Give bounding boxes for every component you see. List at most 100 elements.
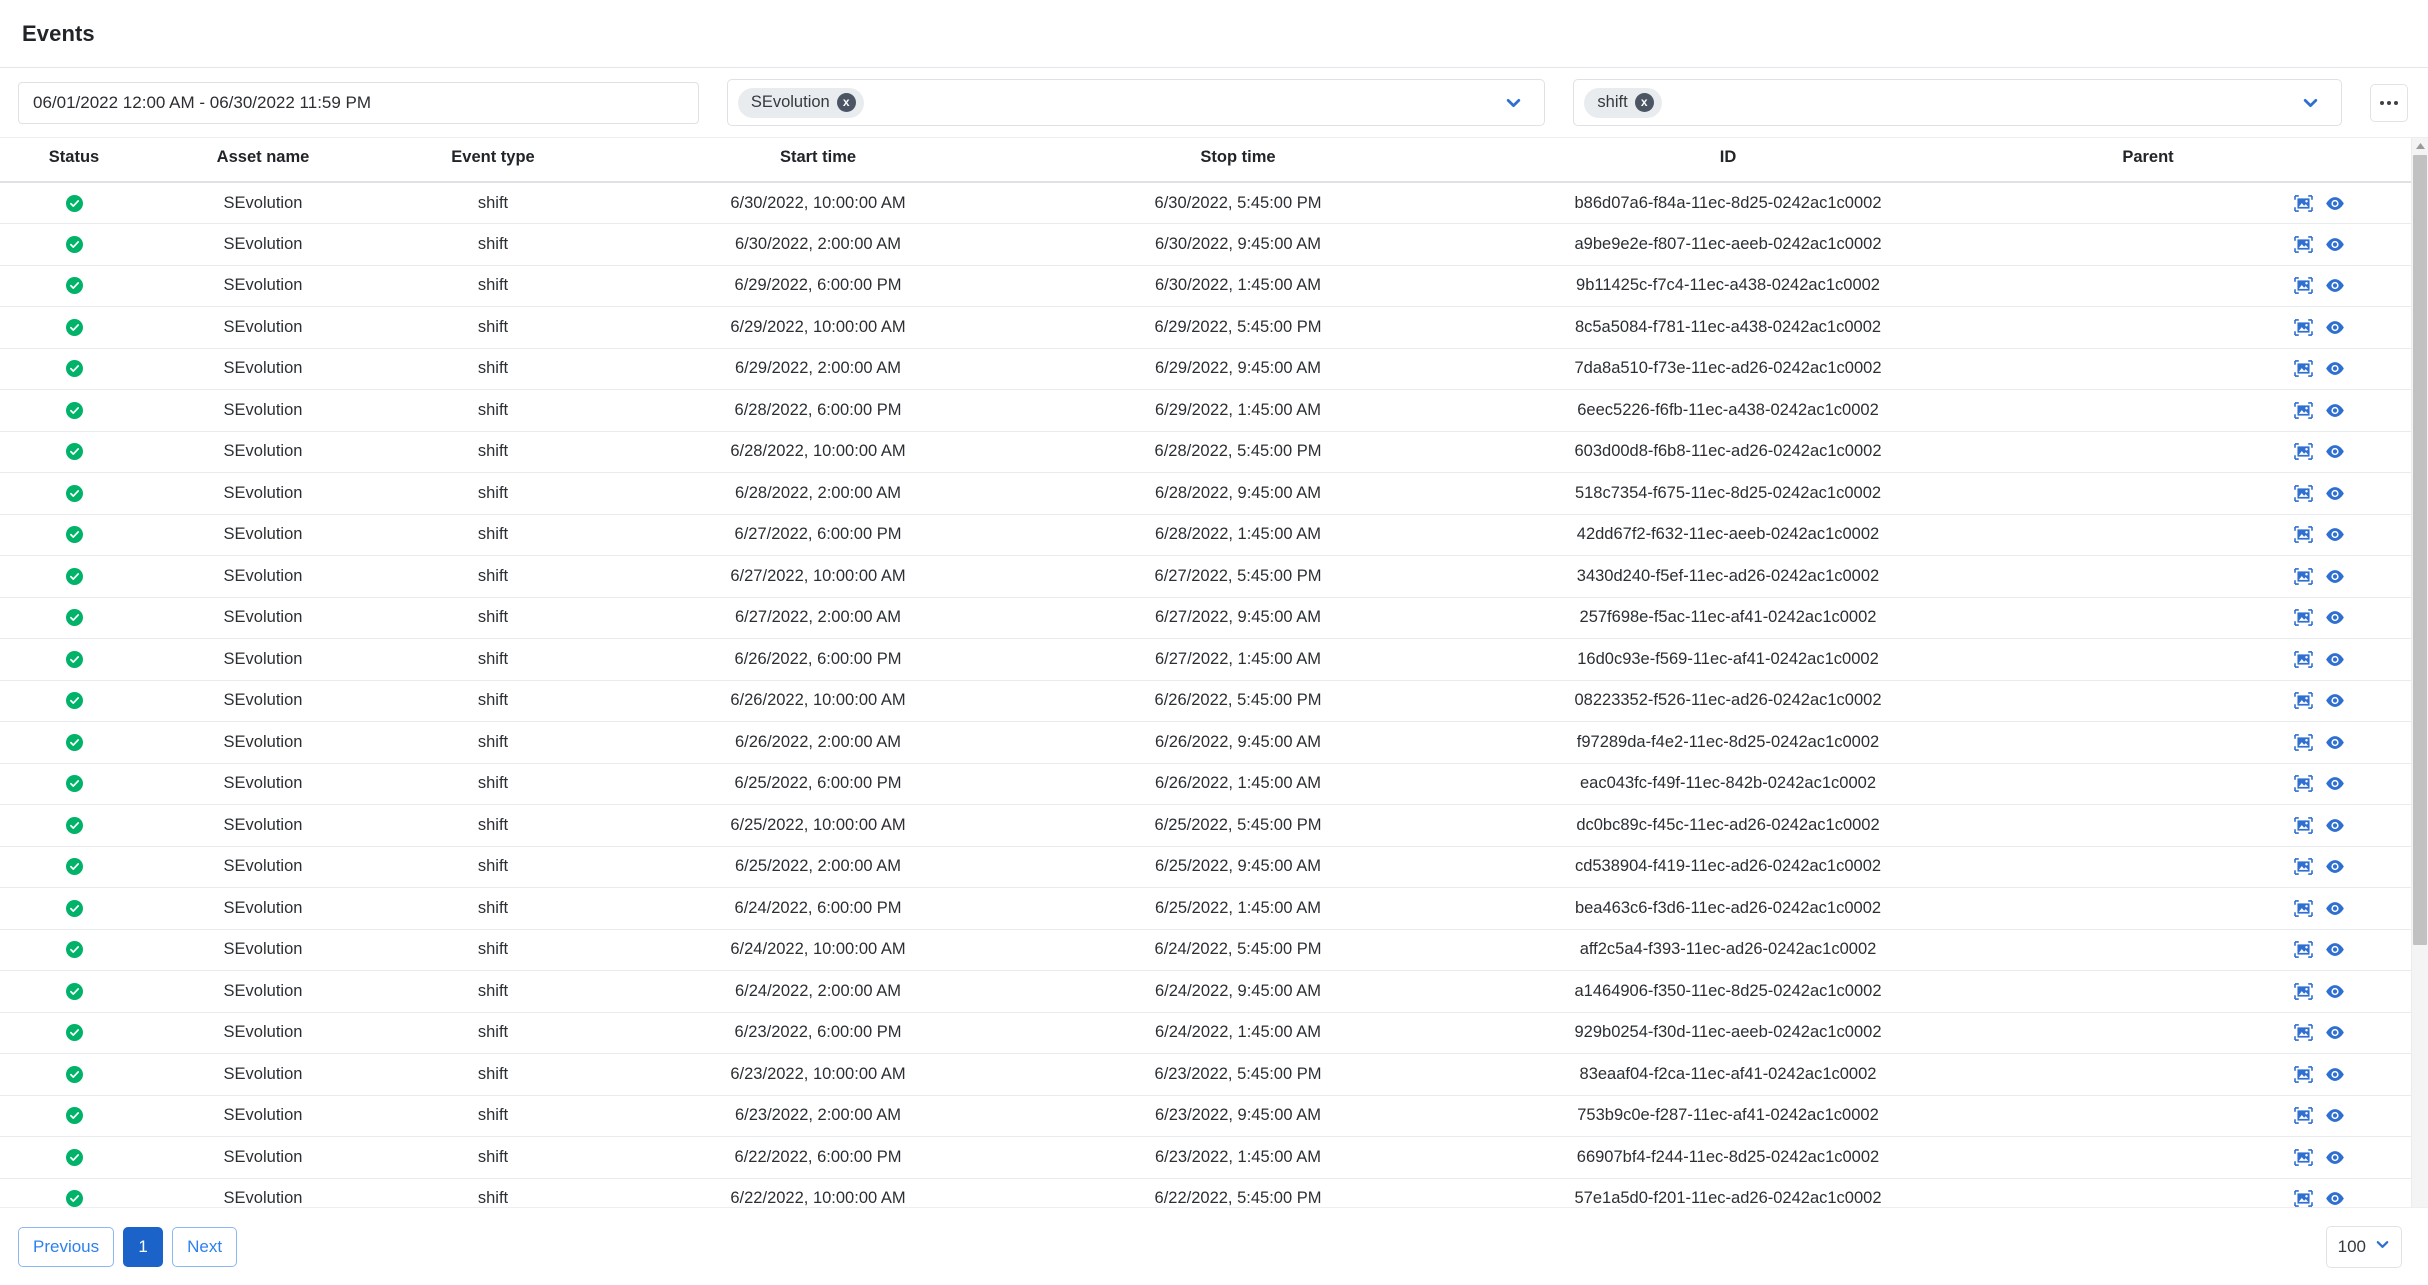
image-icon[interactable] (2294, 277, 2313, 295)
image-icon[interactable] (2294, 692, 2313, 710)
eye-icon[interactable] (2325, 734, 2345, 751)
table-row[interactable]: SEvolution shift 6/25/2022, 6:00:00 PM 6/26… (0, 763, 2411, 805)
image-icon[interactable] (2294, 775, 2313, 793)
event-type-filter[interactable]: shift x (1573, 79, 2343, 126)
column-header-stop-time[interactable]: Stop time (1028, 138, 1448, 183)
eye-icon[interactable] (2325, 983, 2345, 1000)
table-row[interactable]: SEvolution shift 6/23/2022, 6:00:00 PM 6/24… (0, 1012, 2411, 1054)
image-icon[interactable] (2294, 858, 2313, 876)
table-row[interactable]: SEvolution shift 6/27/2022, 6:00:00 PM 6/28… (0, 514, 2411, 556)
image-icon[interactable] (2294, 401, 2313, 419)
chevron-down-icon[interactable] (2302, 94, 2319, 111)
eye-icon[interactable] (2325, 817, 2345, 834)
image-icon[interactable] (2294, 318, 2313, 336)
table-row[interactable]: SEvolution shift 6/24/2022, 2:00:00 AM 6/24… (0, 970, 2411, 1013)
scroll-up-arrow-icon[interactable] (2412, 138, 2428, 153)
image-icon[interactable] (2294, 1065, 2313, 1083)
page-number-button-1[interactable]: 1 (123, 1226, 164, 1267)
image-icon[interactable] (2294, 816, 2313, 834)
eye-icon[interactable] (2325, 858, 2345, 875)
eye-icon[interactable] (2325, 443, 2345, 460)
table-row[interactable]: SEvolution shift 6/24/2022, 10:00:00 AM 6/2… (0, 929, 2411, 971)
table-row[interactable]: SEvolution shift 6/28/2022, 6:00:00 PM 6/29… (0, 389, 2411, 432)
table-row[interactable]: SEvolution shift 6/26/2022, 10:00:00 AM 6/2… (0, 680, 2411, 722)
status-ok-icon (65, 1148, 83, 1166)
events-page: Events 06/01/2022 12:00 AM - 06/30/2022 … (0, 0, 2428, 1285)
table-row[interactable]: SEvolution shift 6/24/2022, 6:00:00 PM 6/25… (0, 887, 2411, 930)
eye-icon[interactable] (2325, 485, 2345, 502)
eye-icon[interactable] (2325, 236, 2345, 253)
image-icon[interactable] (2294, 1107, 2313, 1125)
column-header-id[interactable]: ID (1448, 138, 2008, 183)
image-icon[interactable] (2294, 443, 2313, 461)
eye-icon[interactable] (2325, 402, 2345, 419)
table-row[interactable]: SEvolution shift 6/29/2022, 2:00:00 AM 6/29… (0, 348, 2411, 390)
image-icon[interactable] (2294, 526, 2313, 544)
image-icon[interactable] (2294, 1024, 2313, 1042)
cell-actions (2288, 887, 2411, 930)
eye-icon[interactable] (2325, 195, 2345, 212)
asset-filter-chip-remove-icon[interactable]: x (836, 93, 856, 112)
table-row[interactable]: SEvolution shift 6/29/2022, 10:00:00 AM 6/2… (0, 306, 2411, 349)
table-row[interactable]: SEvolution shift 6/22/2022, 10:00:00 AM 6/2… (0, 1178, 2411, 1207)
image-icon[interactable] (2294, 650, 2313, 668)
image-icon[interactable] (2294, 235, 2313, 253)
next-page-button[interactable]: Next (172, 1226, 238, 1267)
more-options-button[interactable] (2370, 83, 2408, 122)
table-row[interactable]: SEvolution shift 6/25/2022, 10:00:00 AM 6/2… (0, 804, 2411, 847)
eye-icon[interactable] (2325, 526, 2345, 543)
image-icon[interactable] (2294, 484, 2313, 502)
table-row[interactable]: SEvolution shift 6/28/2022, 2:00:00 AM 6/28… (0, 472, 2411, 515)
table-row[interactable]: SEvolution shift 6/25/2022, 2:00:00 AM 6/25… (0, 846, 2411, 888)
image-icon[interactable] (2294, 360, 2313, 378)
eye-icon[interactable] (2325, 1066, 2345, 1083)
previous-page-button[interactable]: Previous (18, 1226, 115, 1267)
eye-icon[interactable] (2325, 277, 2345, 294)
eye-icon[interactable] (2325, 900, 2345, 917)
asset-name-filter[interactable]: SEvolution x (726, 79, 1546, 126)
table-row[interactable]: SEvolution shift 6/23/2022, 2:00:00 AM 6/23… (0, 1095, 2411, 1137)
image-icon[interactable] (2294, 982, 2313, 1000)
table-row[interactable]: SEvolution shift 6/27/2022, 2:00:00 AM 6/27… (0, 597, 2411, 639)
image-icon[interactable] (2294, 733, 2313, 751)
eye-icon[interactable] (2325, 775, 2345, 792)
page-size-select[interactable]: 100 (2325, 1225, 2402, 1268)
eye-icon[interactable] (2325, 568, 2345, 585)
image-icon[interactable] (2294, 1148, 2313, 1166)
scrollbar-thumb[interactable] (2413, 155, 2427, 945)
date-range-input[interactable]: 06/01/2022 12:00 AM - 06/30/2022 11:59 P… (18, 81, 699, 124)
image-icon[interactable] (2294, 194, 2313, 212)
table-row[interactable]: SEvolution shift 6/27/2022, 10:00:00 AM 6/2… (0, 555, 2411, 598)
image-icon[interactable] (2294, 899, 2313, 917)
table-row[interactable]: SEvolution shift 6/30/2022, 10:00:00 AM 6/3… (0, 182, 2411, 224)
eye-icon[interactable] (2325, 1107, 2345, 1124)
eye-icon[interactable] (2325, 941, 2345, 958)
vertical-scrollbar[interactable] (2411, 138, 2428, 1207)
table-row[interactable]: SEvolution shift 6/23/2022, 10:00:00 AM 6/2… (0, 1053, 2411, 1096)
column-header-status[interactable]: Status (0, 138, 148, 183)
image-icon[interactable] (2294, 567, 2313, 585)
eye-icon[interactable] (2325, 692, 2345, 709)
table-row[interactable]: SEvolution shift 6/28/2022, 10:00:00 AM 6/2… (0, 431, 2411, 473)
eye-icon[interactable] (2325, 1024, 2345, 1041)
column-header-parent[interactable]: Parent (2008, 138, 2288, 183)
image-icon[interactable] (2294, 609, 2313, 627)
eye-icon[interactable] (2325, 1149, 2345, 1166)
column-header-start-time[interactable]: Start time (608, 138, 1028, 183)
image-icon[interactable] (2294, 941, 2313, 959)
column-header-asset-name[interactable]: Asset name (148, 138, 378, 183)
table-row[interactable]: SEvolution shift 6/30/2022, 2:00:00 AM 6/30… (0, 223, 2411, 266)
eye-icon[interactable] (2325, 1190, 2345, 1207)
table-row[interactable]: SEvolution shift 6/22/2022, 6:00:00 PM 6/23… (0, 1136, 2411, 1179)
column-header-event-type[interactable]: Event type (378, 138, 608, 183)
eye-icon[interactable] (2325, 609, 2345, 626)
event-type-filter-chip-remove-icon[interactable]: x (1634, 93, 1654, 112)
table-row[interactable]: SEvolution shift 6/29/2022, 6:00:00 PM 6/30… (0, 265, 2411, 307)
eye-icon[interactable] (2325, 360, 2345, 377)
eye-icon[interactable] (2325, 319, 2345, 336)
eye-icon[interactable] (2325, 651, 2345, 668)
chevron-down-icon[interactable] (1505, 94, 1522, 111)
table-row[interactable]: SEvolution shift 6/26/2022, 6:00:00 PM 6/27… (0, 638, 2411, 681)
table-row[interactable]: SEvolution shift 6/26/2022, 2:00:00 AM 6/26… (0, 721, 2411, 764)
image-icon[interactable] (2294, 1190, 2313, 1207)
